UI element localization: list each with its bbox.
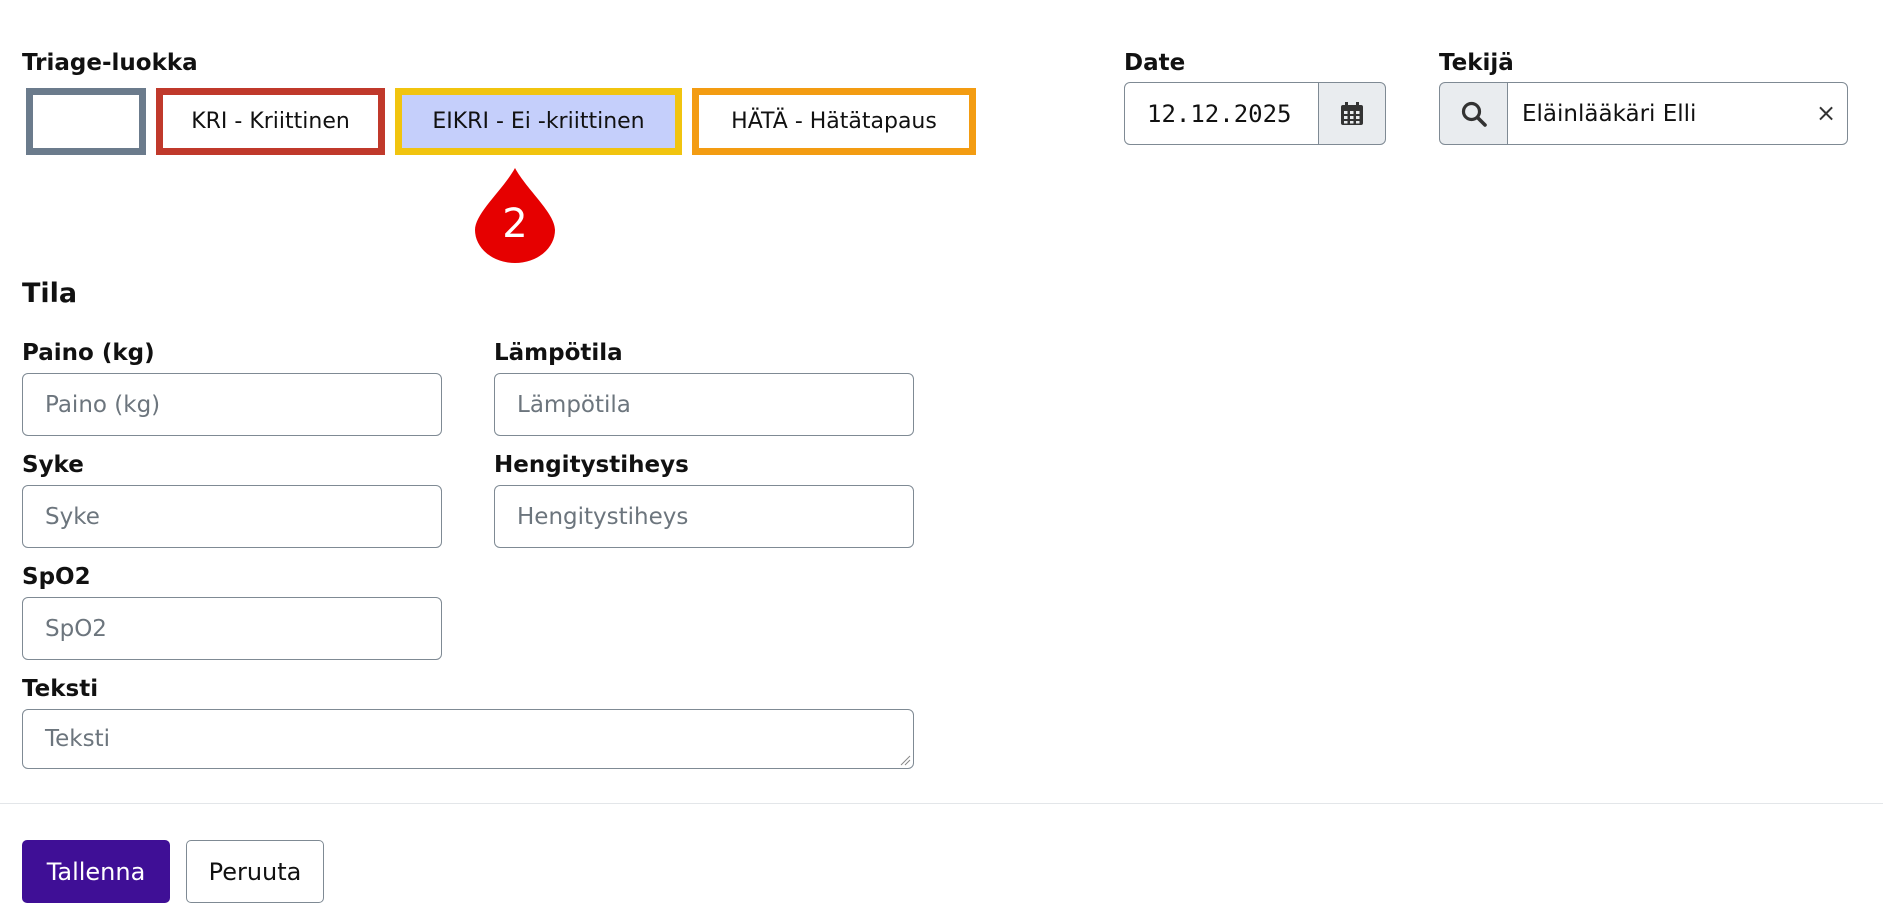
paino-label: Paino (kg) [22, 340, 155, 366]
triage-option-empty[interactable] [26, 88, 146, 155]
teksti-textarea[interactable]: Teksti [22, 709, 914, 769]
calendar-icon [1341, 101, 1363, 125]
spo2-input[interactable]: SpO2 [22, 597, 442, 660]
hengitystiheys-input[interactable]: Hengitystiheys [494, 485, 914, 548]
triage-option-eikri[interactable]: EIKRI - Ei -kriittinen [395, 88, 682, 155]
triage-option-label: HÄTÄ - Hätätapaus [731, 109, 937, 134]
triage-option-label: EIKRI - Ei -kriittinen [432, 109, 645, 134]
teksti-label: Teksti [22, 676, 99, 702]
search-icon [1461, 101, 1487, 127]
triage-option-label: KRI - Kriittinen [191, 109, 350, 134]
teksti-placeholder: Teksti [45, 726, 111, 752]
clear-tekija-button[interactable]: × [1812, 95, 1840, 131]
footer-divider [0, 803, 1883, 804]
tila-title: Tila [22, 278, 78, 309]
date-input[interactable]: 12.12.2025 [1124, 82, 1320, 145]
hengitystiheys-label: Hengitystiheys [494, 452, 689, 478]
tekija-search-button[interactable] [1439, 82, 1509, 145]
triage-label: Triage-luokka [22, 50, 198, 76]
syke-label: Syke [22, 452, 84, 478]
triage-option-hata[interactable]: HÄTÄ - Hätätapaus [692, 88, 976, 155]
step-marker-number: 2 [502, 201, 528, 247]
date-label: Date [1124, 50, 1186, 76]
date-picker-button[interactable] [1318, 82, 1386, 145]
lampotila-input[interactable]: Lämpötila [494, 373, 914, 436]
tekija-label: Tekijä [1439, 50, 1514, 76]
paino-input[interactable]: Paino (kg) [22, 373, 442, 436]
syke-input[interactable]: Syke [22, 485, 442, 548]
tekija-input[interactable]: Eläinlääkäri Elli [1507, 82, 1848, 145]
save-button[interactable]: Tallenna [22, 840, 170, 903]
triage-option-kri[interactable]: KRI - Kriittinen [156, 88, 385, 155]
spo2-label: SpO2 [22, 564, 91, 590]
lampotila-label: Lämpötila [494, 340, 623, 366]
resize-grip-icon[interactable] [899, 754, 911, 766]
cancel-button[interactable]: Peruuta [186, 840, 324, 903]
